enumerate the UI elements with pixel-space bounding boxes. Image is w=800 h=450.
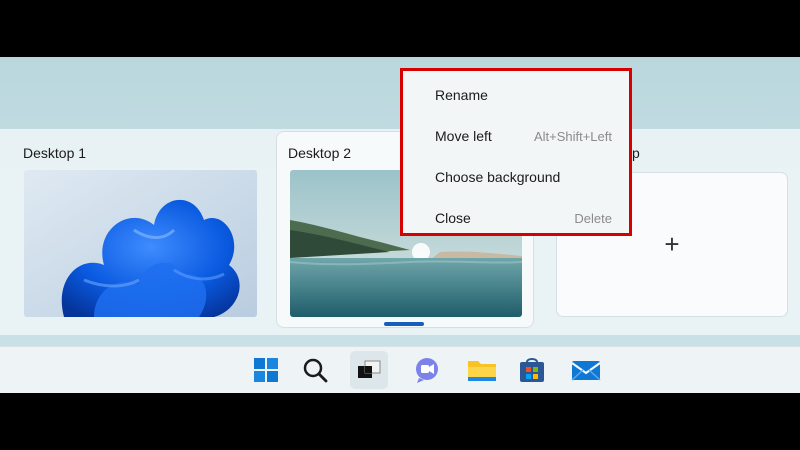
menu-item-label: Rename bbox=[435, 87, 488, 103]
menu-item-shortcut: Delete bbox=[574, 211, 612, 226]
bloom-wallpaper-icon bbox=[24, 170, 257, 317]
desktop-2-label: Desktop 2 bbox=[288, 145, 352, 161]
teams-chat-icon[interactable] bbox=[408, 351, 446, 389]
search-icon[interactable] bbox=[296, 351, 334, 389]
menu-item-label: Move left bbox=[435, 128, 492, 144]
task-view-icon[interactable] bbox=[350, 351, 388, 389]
menu-item-label: Close bbox=[435, 210, 471, 226]
desktop-3-label: p bbox=[632, 145, 640, 161]
microsoft-store-icon[interactable] bbox=[513, 351, 551, 389]
taskbar bbox=[0, 346, 800, 393]
desktop-1-label: Desktop 1 bbox=[23, 145, 87, 161]
desktop-context-menu: Rename Move left Alt+Shift+Left Choose b… bbox=[400, 68, 632, 236]
file-explorer-icon[interactable] bbox=[463, 351, 501, 389]
menu-item-shortcut: Alt+Shift+Left bbox=[533, 129, 612, 144]
menu-item-label: Choose background bbox=[435, 169, 561, 185]
windows-start-icon[interactable] bbox=[247, 351, 285, 389]
mail-icon[interactable] bbox=[567, 351, 605, 389]
active-desktop-indicator bbox=[384, 322, 424, 326]
desktop-1-thumbnail[interactable] bbox=[24, 170, 257, 317]
